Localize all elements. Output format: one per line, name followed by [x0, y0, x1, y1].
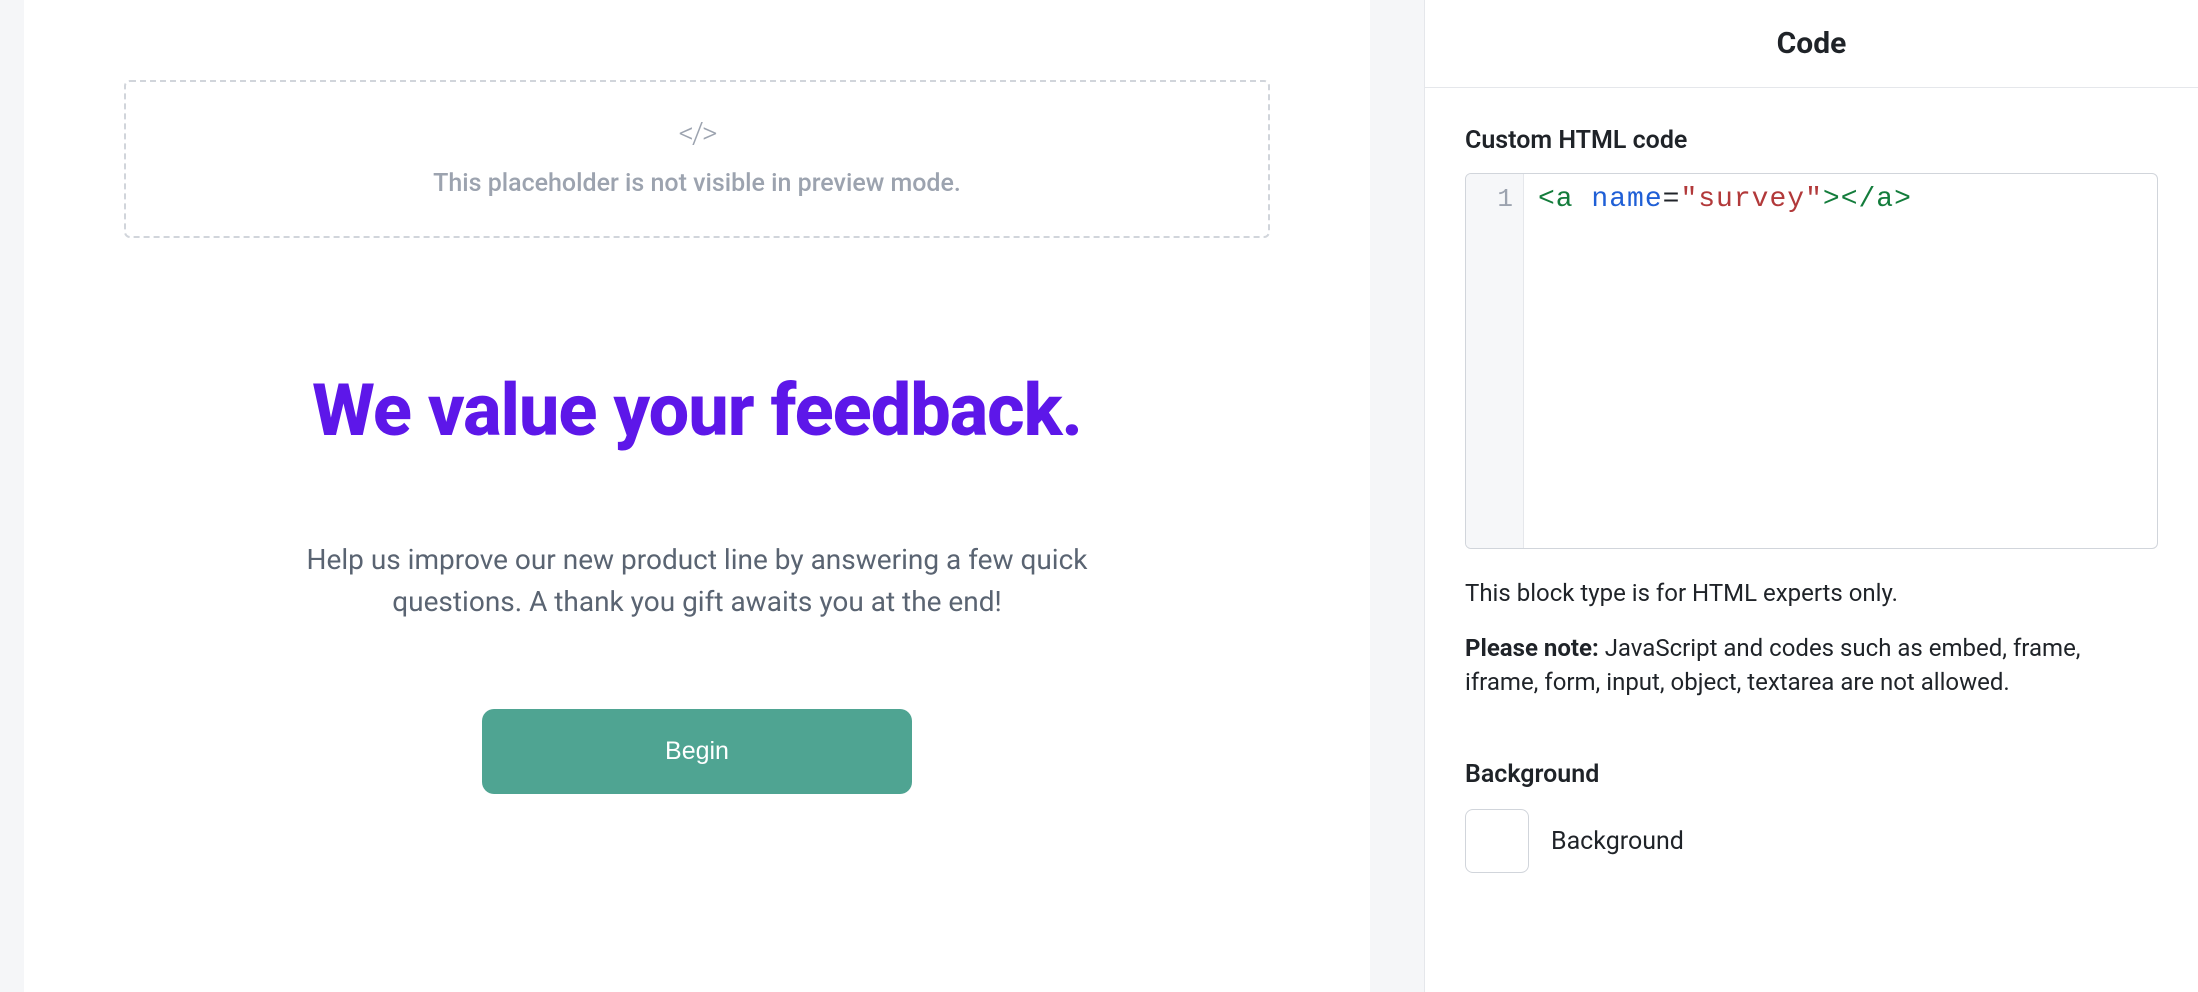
code-token-string: "survey"	[1680, 184, 1822, 215]
html-placeholder-box[interactable]: </> This placeholder is not visible in p…	[124, 80, 1270, 238]
code-content[interactable]: <a name="survey"></a>	[1524, 174, 1926, 548]
code-gutter: 1	[1466, 174, 1524, 548]
expert-note: This block type is for HTML experts only…	[1465, 577, 2158, 611]
code-token-eq: =	[1663, 184, 1681, 215]
html-code-editor[interactable]: 1 <a name="survey"></a>	[1465, 173, 2158, 549]
survey-headline: We value your feedback.	[312, 368, 1082, 453]
code-token-close-open: >	[1823, 184, 1841, 215]
code-side-panel: Code Custom HTML code 1 <a name="survey"…	[1424, 0, 2198, 992]
survey-subtext: Help us improve our new product line by …	[257, 539, 1137, 623]
background-section-label: Background	[1465, 760, 2158, 789]
background-item-label: Background	[1551, 827, 1684, 856]
side-panel-title: Code	[1425, 26, 2198, 61]
note-bold: Please note:	[1465, 634, 1599, 662]
code-icon: </>	[679, 116, 716, 151]
preview-panel: </> This placeholder is not visible in p…	[0, 0, 1394, 992]
background-color-swatch[interactable]	[1465, 809, 1529, 873]
code-token-close-tag: </a>	[1841, 184, 1912, 215]
background-row: Background	[1465, 809, 2158, 873]
side-panel-header: Code	[1425, 0, 2198, 88]
preview-card: </> This placeholder is not visible in p…	[24, 0, 1370, 992]
restriction-note: Please note: JavaScript and codes such a…	[1465, 631, 2158, 701]
placeholder-text: This placeholder is not visible in previ…	[433, 169, 961, 198]
code-token-space	[1574, 184, 1592, 215]
app-layout: </> This placeholder is not visible in p…	[0, 0, 2198, 992]
side-panel-body: Custom HTML code 1 <a name="survey"></a>…	[1425, 88, 2198, 873]
code-token-attr: name	[1591, 184, 1662, 215]
code-token-tag-open: <a	[1538, 184, 1574, 215]
custom-html-label: Custom HTML code	[1465, 126, 2158, 155]
line-number: 1	[1466, 184, 1513, 214]
begin-button[interactable]: Begin	[482, 709, 912, 794]
